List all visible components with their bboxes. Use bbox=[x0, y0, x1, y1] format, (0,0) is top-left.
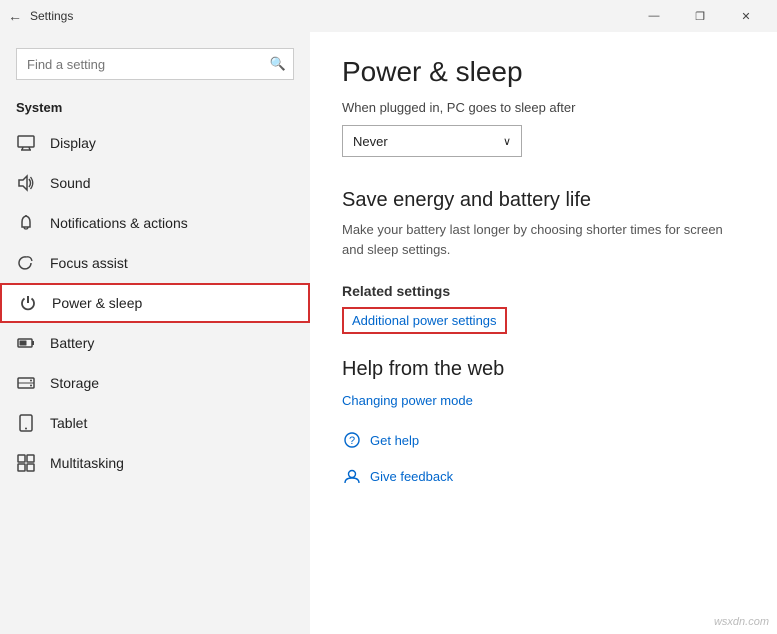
sleep-dropdown[interactable]: Never ∨ bbox=[342, 125, 522, 157]
sidebar-item-storage-label: Storage bbox=[50, 375, 99, 391]
title-bar-controls: — ❐ ✕ bbox=[631, 0, 769, 32]
watermark: wsxdn.com bbox=[714, 616, 769, 628]
save-energy-title: Save energy and battery life bbox=[342, 189, 745, 212]
sidebar-item-storage[interactable]: Storage bbox=[0, 363, 310, 403]
sidebar-item-power[interactable]: Power & sleep bbox=[0, 283, 310, 323]
sidebar-item-notifications-label: Notifications & actions bbox=[50, 215, 188, 231]
search-container: 🔍 bbox=[0, 40, 310, 88]
title-bar-left: ← Settings bbox=[8, 8, 631, 24]
related-settings-label: Related settings bbox=[342, 283, 745, 299]
get-help-label: Get help bbox=[370, 433, 419, 448]
minimize-button[interactable]: — bbox=[631, 0, 677, 32]
focus-icon bbox=[16, 253, 36, 273]
give-feedback-icon bbox=[342, 466, 362, 486]
main-container: 🔍 System Display bbox=[0, 32, 777, 634]
sidebar-section-label: System bbox=[0, 88, 310, 123]
sidebar-item-power-label: Power & sleep bbox=[52, 295, 142, 311]
notifications-icon bbox=[16, 213, 36, 233]
content-area: Power & sleep When plugged in, PC goes t… bbox=[310, 32, 777, 634]
sidebar-item-battery-label: Battery bbox=[50, 335, 94, 351]
chevron-down-icon: ∨ bbox=[503, 135, 511, 148]
get-help-icon: ? bbox=[342, 430, 362, 450]
title-bar-title: Settings bbox=[30, 9, 73, 23]
multitasking-icon bbox=[16, 453, 36, 473]
related-settings-section: Related settings Additional power settin… bbox=[342, 283, 745, 358]
give-feedback-row[interactable]: Give feedback bbox=[342, 466, 745, 486]
search-icon: 🔍 bbox=[270, 56, 286, 72]
svg-text:?: ? bbox=[349, 435, 355, 447]
changing-power-mode-label: Changing power mode bbox=[342, 393, 473, 408]
sidebar-item-multitasking-label: Multitasking bbox=[50, 455, 124, 471]
close-button[interactable]: ✕ bbox=[723, 0, 769, 32]
title-bar: ← Settings — ❐ ✕ bbox=[0, 0, 777, 32]
sidebar: 🔍 System Display bbox=[0, 32, 310, 634]
settings-back-icon: ← bbox=[8, 8, 22, 24]
sidebar-item-display[interactable]: Display bbox=[0, 123, 310, 163]
storage-icon bbox=[16, 373, 36, 393]
save-energy-desc: Make your battery last longer by choosin… bbox=[342, 220, 742, 259]
changing-power-mode-link[interactable]: Changing power mode bbox=[342, 393, 745, 408]
search-input[interactable] bbox=[16, 48, 294, 80]
sidebar-item-sound[interactable]: Sound bbox=[0, 163, 310, 203]
display-icon bbox=[16, 133, 36, 153]
sidebar-item-battery[interactable]: Battery bbox=[0, 323, 310, 363]
battery-icon bbox=[16, 333, 36, 353]
additional-power-settings-link[interactable]: Additional power settings bbox=[342, 307, 507, 334]
dropdown-value: Never bbox=[353, 134, 388, 149]
sidebar-item-tablet[interactable]: Tablet bbox=[0, 403, 310, 443]
maximize-button[interactable]: ❐ bbox=[677, 0, 723, 32]
give-feedback-label: Give feedback bbox=[370, 469, 453, 484]
sound-icon bbox=[16, 173, 36, 193]
sidebar-item-notifications[interactable]: Notifications & actions bbox=[0, 203, 310, 243]
get-help-row[interactable]: ? Get help bbox=[342, 430, 745, 450]
sidebar-item-focus-label: Focus assist bbox=[50, 255, 128, 271]
power-icon bbox=[18, 293, 38, 313]
page-title: Power & sleep bbox=[342, 56, 745, 88]
sidebar-item-tablet-label: Tablet bbox=[50, 415, 87, 431]
dropdown-container: Never ∨ bbox=[342, 125, 745, 157]
sidebar-item-multitasking[interactable]: Multitasking bbox=[0, 443, 310, 483]
sidebar-item-display-label: Display bbox=[50, 135, 96, 151]
tablet-icon bbox=[16, 413, 36, 433]
sidebar-item-sound-label: Sound bbox=[50, 175, 90, 191]
help-from-web-title: Help from the web bbox=[342, 358, 745, 381]
sidebar-item-focus[interactable]: Focus assist bbox=[0, 243, 310, 283]
plugged-in-label: When plugged in, PC goes to sleep after bbox=[342, 100, 745, 115]
